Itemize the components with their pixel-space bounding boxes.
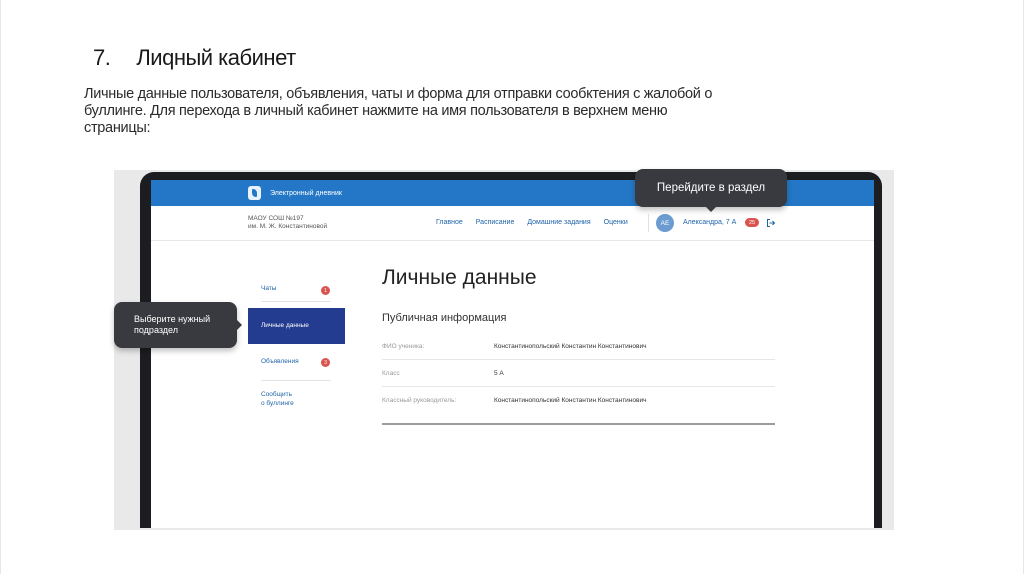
tooltip-go-to-section: Перейдите в раздел [635,169,787,212]
messages-badge[interactable]: 25 [745,218,759,227]
main-nav: Главное Расписание Домашние задания Оцен… [436,219,628,226]
content: Личные данные Публичная информация ФИО у… [382,266,777,425]
info-value: Константинопольский Константин Константи… [494,343,647,350]
report-line-2: о буллинге [261,400,294,407]
slide-number: 7. [93,45,111,70]
avatar[interactable]: АЕ [656,214,674,232]
logout-icon[interactable] [766,218,776,228]
content-divider [382,423,775,425]
info-row: Классный руководитель: Константинопольск… [382,387,775,414]
info-label: ФИО ученика: [382,343,425,350]
sidebar-item-report-bullying[interactable]: Сообщить о буллинге [261,390,294,408]
sidebar-item-label: Личные данные [261,322,309,329]
nav-grades[interactable]: Оценки [604,219,628,226]
sidebar-divider [261,301,331,302]
sidebar-item-ads[interactable]: Объявления [261,358,299,365]
info-row: ФИО ученика: Константинопольский Констан… [382,333,775,360]
tooltip-choose-subsection: Выберите нужный подраздел [114,302,242,348]
nav-homework[interactable]: Домашние задания [527,219,590,226]
sidebar-item-personal-data[interactable]: Личные данные [248,308,345,344]
section-title: Публичная информация [382,312,507,324]
chats-badge: 1 [321,286,330,295]
app-header: МАОУ СОШ №197 им. М. Ж. Константиновой Г… [151,206,874,241]
tooltip-line-1: Выберите нужный [134,314,211,324]
slide-title: 7. Лиqный кабинет [93,45,296,71]
tooltip-line-2: подраздел [134,325,178,335]
nav-divider [648,214,649,232]
user-name-link[interactable]: Александра, 7 А [683,219,736,226]
info-row: Класс 5 А [382,360,775,387]
sidebar-item-chats[interactable]: Чаты [261,285,276,292]
report-line-1: Сообщить [261,391,292,398]
school-line-2: им. М. Ж. Константиновой [248,223,328,230]
ads-badge: 3 [321,358,330,367]
info-label: Классный руководитель: [382,397,457,404]
nav-home[interactable]: Главное [436,219,463,226]
slide-description: Личные данные пользователя, объявления, … [84,86,713,136]
slide-heading: Лиqный кабинет [136,45,296,70]
info-value: 5 А [494,370,504,377]
school-name: МАОУ СОШ №197 им. М. Ж. Константиновой [248,215,327,231]
school-line-1: МАОУ СОШ №197 [248,215,304,222]
app-logo-icon[interactable] [248,186,261,200]
nav-schedule[interactable]: Расписание [476,219,515,226]
info-value: Константинопольский Константин Константи… [494,397,647,404]
page-title: Личные данные [382,266,537,289]
app-name[interactable]: Электронный дневник [270,190,342,197]
app-screen: Электронный дневник МАОУ СОШ №197 им. М.… [151,180,874,528]
info-label: Класс [382,370,400,377]
sidebar-divider [261,380,331,381]
